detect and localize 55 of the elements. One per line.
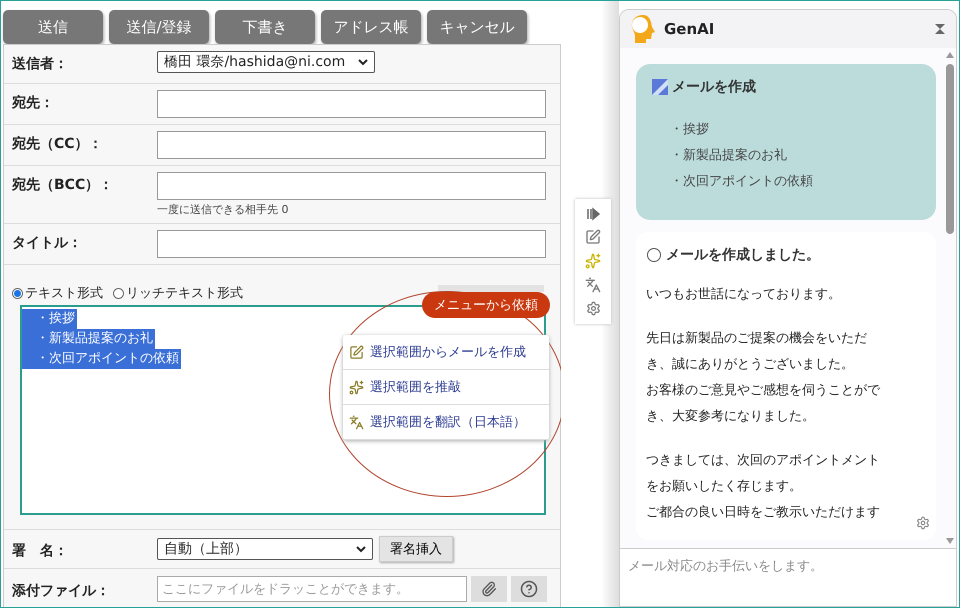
sparkle-icon[interactable] <box>585 253 601 269</box>
response-paragraph: 先日は新製品のご提案の機会をいただ き、誠にありがとうございました。 お客様のご意見やご感想を伺うことがで き、大変参考になりました。 <box>646 330 882 426</box>
caret-icon <box>358 58 368 66</box>
attach-button[interactable] <box>471 576 507 602</box>
collapse-icon[interactable] <box>934 23 946 35</box>
request-item: ・新製品提案のお礼 <box>670 147 788 164</box>
mail-icon <box>652 79 668 95</box>
response-title: メールを作成しました。 <box>666 246 820 264</box>
field-label: 添付ファイル： <box>12 582 111 600</box>
toolbar-button[interactable]: アドレス帳 <box>321 10 421 44</box>
translate-icon[interactable] <box>585 277 601 293</box>
recipient-field[interactable] <box>157 172 546 200</box>
toolbar-button[interactable]: キャンセル <box>427 10 527 44</box>
message-field[interactable]: メール対応のお手伝いをします。 <box>620 548 956 606</box>
signature-select[interactable]: 自動（上部） <box>157 538 373 560</box>
settings-icon[interactable] <box>586 301 600 316</box>
request-item: ・次回アポイントの依頼 <box>670 173 814 190</box>
field-note: 一度に送信できる相手先 0 <box>157 202 290 217</box>
sender-select[interactable]: 橋田 環奈/hashida@ni.com <box>157 51 375 73</box>
panel-title: GenAI <box>664 20 716 38</box>
translate-icon <box>349 414 364 430</box>
field-label: 署 名： <box>12 542 69 560</box>
caret-icon <box>356 545 366 553</box>
help-icon <box>520 580 538 598</box>
sparkle-icon <box>349 380 364 394</box>
recipient-field[interactable] <box>157 90 546 118</box>
response-paragraph: いつもお世話になっております。 <box>646 286 842 304</box>
menu-item[interactable]: 選択範囲を推敲 <box>343 370 549 405</box>
request-title: メールを作成 <box>672 78 756 96</box>
help-button[interactable] <box>511 576 547 602</box>
title-field[interactable] <box>157 230 546 258</box>
toolbar-button[interactable]: 送信/登録 <box>109 10 209 44</box>
field-label: 送信者： <box>12 55 69 74</box>
insert-signature-button[interactable]: 署名挿入 <box>379 536 453 562</box>
toolbar-button[interactable]: 送信 <box>3 10 103 44</box>
recipient-field[interactable] <box>157 131 546 159</box>
callout-label: メニューから依頼 <box>422 292 550 318</box>
response-paragraph: つきましては、次回のアポイントメント をお願いしたく存じます。 ご都合の良い日時をご教示いただけます <box>646 452 881 522</box>
scroll-up-icon[interactable] <box>946 52 954 58</box>
panel-toggle-icon[interactable] <box>586 207 600 221</box>
field-label: タイトル： <box>12 234 83 253</box>
menu-item[interactable]: 選択範囲からメールを作成 <box>343 335 549 370</box>
toolbar-button[interactable] <box>438 285 544 292</box>
field-label: 宛先： <box>12 94 55 113</box>
format-radio[interactable]: リッチテキスト形式 <box>113 284 243 302</box>
paperclip-icon <box>481 581 497 597</box>
request-item: ・挨拶 <box>670 121 710 138</box>
format-radio[interactable]: テキスト形式 <box>12 284 103 302</box>
field-label: 宛先（CC）： <box>12 134 104 154</box>
scroll-down-icon[interactable] <box>946 538 954 544</box>
scrollbar-thumb[interactable] <box>946 64 954 234</box>
settings-icon[interactable] <box>916 516 930 530</box>
menu-item[interactable]: 選択範囲を翻訳（日本語） <box>343 405 549 440</box>
field-label: 宛先（BCC）： <box>12 176 114 195</box>
toolbar-button[interactable]: 下書き <box>215 10 315 44</box>
